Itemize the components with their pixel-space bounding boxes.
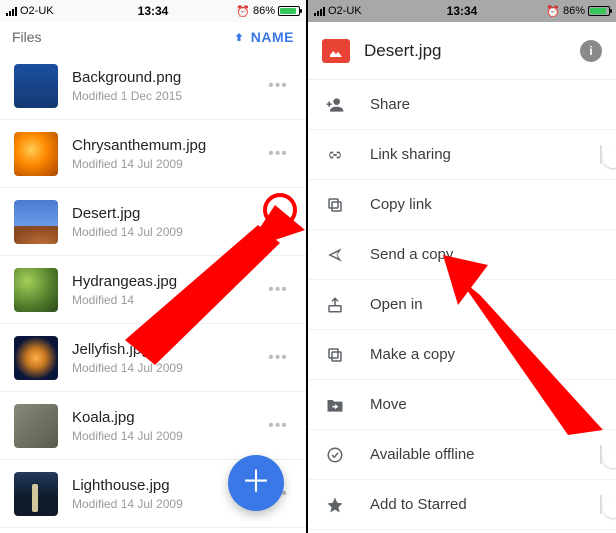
- file-name: Chrysanthemum.jpg: [72, 137, 262, 154]
- more-icon: •••: [268, 145, 288, 163]
- image-badge-icon: [322, 39, 350, 63]
- action-send-copy[interactable]: Send a copy: [308, 230, 616, 280]
- list-item[interactable]: Chrysanthemum.jpg Modified 14 Jul 2009 •…: [0, 120, 306, 188]
- action-share[interactable]: Share: [308, 80, 616, 130]
- action-copy-link[interactable]: Copy link: [308, 180, 616, 230]
- more-button[interactable]: •••: [262, 77, 294, 95]
- file-name: Koala.jpg: [72, 409, 262, 426]
- info-button[interactable]: i: [580, 40, 602, 62]
- info-icon: i: [589, 44, 592, 58]
- fab-add-button[interactable]: ＋: [228, 455, 284, 511]
- more-button[interactable]: •••: [262, 349, 294, 367]
- list-item[interactable]: Koala.jpg Modified 14 Jul 2009 •••: [0, 392, 306, 460]
- files-header: Files NAME: [0, 22, 306, 52]
- file-modified: Modified 14 Jul 2009: [72, 157, 262, 171]
- action-move[interactable]: Move: [308, 380, 616, 430]
- list-item[interactable]: Desert.jpg Modified 14 Jul 2009 •••: [0, 188, 306, 256]
- action-label: Link sharing: [370, 146, 451, 163]
- more-icon: •••: [268, 281, 288, 299]
- list-item[interactable]: Background.png Modified 1 Dec 2015 •••: [0, 52, 306, 120]
- sheet-header: Desert.jpg i: [308, 22, 616, 80]
- clock-label: 13:34: [0, 4, 306, 18]
- status-bar: O2-UK 13:34 ⏰ 86%: [0, 0, 306, 22]
- duplicate-icon: [322, 346, 348, 364]
- status-bar: O2-UK 13:34 ⏰ 86%: [308, 0, 616, 22]
- sort-label: NAME: [251, 29, 294, 45]
- arrow-up-icon: [233, 31, 245, 43]
- action-add-starred[interactable]: Add to Starred: [308, 480, 616, 530]
- star-icon: [322, 496, 348, 514]
- action-label: Copy link: [370, 196, 432, 213]
- folder-move-icon: [322, 396, 348, 414]
- action-available-offline[interactable]: Available offline: [308, 430, 616, 480]
- thumbnail: [14, 472, 58, 516]
- action-label: Open in: [370, 296, 423, 313]
- file-name: Hydrangeas.jpg: [72, 273, 262, 290]
- action-open-in[interactable]: Open in: [308, 280, 616, 330]
- list-item[interactable]: Jellyfish.jpg Modified 14 Jul 2009 •••: [0, 324, 306, 392]
- file-modified: Modified 14 Jul 2009: [72, 225, 262, 239]
- action-link-sharing[interactable]: Link sharing: [308, 130, 616, 180]
- files-header-label: Files: [12, 29, 42, 45]
- action-label: Available offline: [370, 446, 475, 463]
- more-button[interactable]: •••: [262, 417, 294, 435]
- file-name: Background.png: [72, 69, 262, 86]
- file-modified: Modified 1 Dec 2015: [72, 89, 262, 103]
- copy-icon: [322, 196, 348, 214]
- list-item[interactable]: Hydrangeas.jpg Modified 14 •••: [0, 256, 306, 324]
- battery-icon: [278, 6, 300, 16]
- action-label: Send a copy: [370, 246, 453, 263]
- more-icon: •••: [268, 77, 288, 95]
- file-name: Desert.jpg: [72, 205, 262, 222]
- link-icon: [322, 145, 348, 165]
- person-add-icon: [322, 95, 348, 115]
- action-label: Move: [370, 396, 407, 413]
- action-label: Make a copy: [370, 346, 455, 363]
- detail-pane: O2-UK 13:34 ⏰ 86% Desert.jpg i Share: [308, 0, 616, 533]
- file-title: Desert.jpg: [364, 41, 566, 61]
- sort-button[interactable]: NAME: [233, 29, 294, 45]
- file-modified: Modified 14 Jul 2009: [72, 361, 262, 375]
- files-pane: O2-UK 13:34 ⏰ 86% Files NAME Background.…: [0, 0, 308, 533]
- open-in-icon: [322, 296, 348, 314]
- file-modified: Modified 14 Jul 2009: [72, 429, 262, 443]
- more-button[interactable]: •••: [262, 145, 294, 163]
- battery-icon: [588, 6, 610, 16]
- offline-toggle[interactable]: [600, 445, 602, 464]
- send-icon: [322, 246, 348, 264]
- more-icon: •••: [268, 417, 288, 435]
- more-button[interactable]: •••: [262, 213, 294, 231]
- thumbnail: [14, 404, 58, 448]
- thumbnail: [14, 200, 58, 244]
- clock-label: 13:34: [308, 4, 616, 18]
- action-make-copy[interactable]: Make a copy: [308, 330, 616, 380]
- more-icon: •••: [268, 349, 288, 367]
- thumbnail: [14, 64, 58, 108]
- thumbnail: [14, 132, 58, 176]
- action-label: Share: [370, 96, 410, 113]
- plus-icon: ＋: [241, 468, 271, 498]
- more-icon: •••: [268, 213, 288, 231]
- thumbnail: [14, 336, 58, 380]
- file-name: Jellyfish.jpg: [72, 341, 262, 358]
- file-modified: Modified 14: [72, 293, 262, 307]
- more-button[interactable]: •••: [262, 281, 294, 299]
- starred-toggle[interactable]: [600, 495, 602, 514]
- link-sharing-toggle[interactable]: [600, 145, 602, 164]
- thumbnail: [14, 268, 58, 312]
- action-label: Add to Starred: [370, 496, 467, 513]
- offline-icon: [322, 446, 348, 464]
